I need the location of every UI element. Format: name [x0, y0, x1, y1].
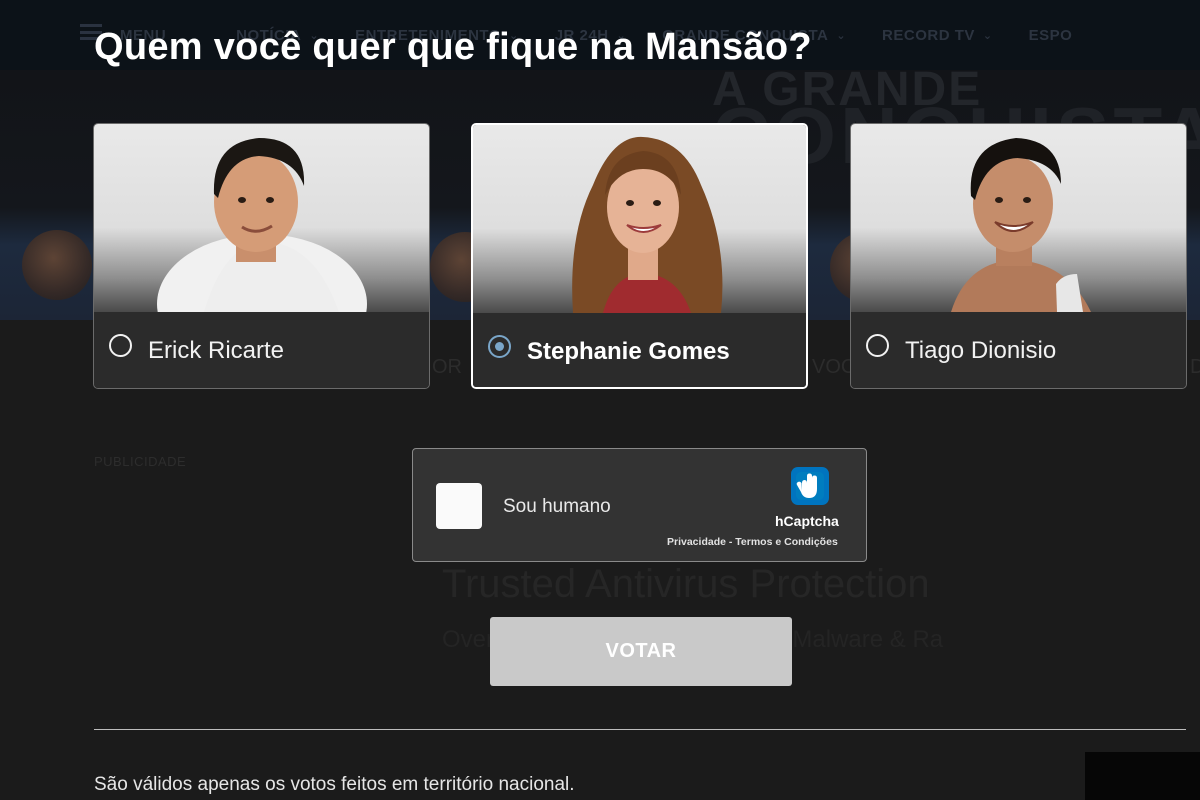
bg-ghost-text: OR [432, 356, 462, 378]
bg-nav-label: RECORD TV [882, 26, 975, 44]
captcha-brand: hCaptcha [775, 513, 839, 529]
bg-nav-esporte: ESPO [1029, 27, 1073, 44]
candidate-name: Erick Ricarte [148, 337, 285, 364]
candidate-portrait [951, 138, 1091, 312]
ad-label: PUBLICIDADE [94, 454, 187, 469]
bg-ghost-text: VOC [812, 356, 856, 378]
ad-title: Trusted Antivirus Protection [442, 562, 930, 606]
candidate-photo [94, 124, 429, 312]
poll-title: Quem você quer que fique na Mansão? [94, 26, 812, 68]
bg-ghost-text: D [1190, 356, 1200, 378]
captcha-checkbox[interactable] [436, 483, 482, 529]
candidate-photo [473, 125, 806, 313]
candidate-card-tiago[interactable]: Tiago Dionisio [850, 123, 1187, 389]
bg-nav-record-tv: RECORD TV ⌄ [882, 27, 993, 44]
vote-button[interactable]: VOTAR [490, 617, 792, 686]
divider [94, 729, 1186, 730]
disclaimer-text: São válidos apenas os votos feitos em te… [94, 774, 575, 795]
hcaptcha-widget: Sou humano hCaptcha Privacidade - Termos… [412, 448, 867, 562]
radio-button[interactable] [866, 334, 889, 357]
bg-corner-block [1085, 752, 1200, 800]
candidate-card-erick[interactable]: Erick Ricarte [93, 123, 430, 389]
candidate-portrait [157, 138, 367, 312]
bg-nav-label: ESPO [1028, 26, 1073, 44]
candidate-name: Stephanie Gomes [527, 338, 730, 365]
captcha-privacy-terms-link[interactable]: Privacidade - Termos e Condições [667, 536, 838, 548]
candidate-card-stephanie[interactable]: Stephanie Gomes [471, 123, 808, 389]
candidate-photo [851, 124, 1186, 312]
radio-button[interactable] [109, 334, 132, 357]
radio-button-selected[interactable] [488, 335, 511, 358]
bg-avatar [22, 230, 92, 300]
captcha-label: Sou humano [503, 496, 611, 517]
chevron-down-icon: ⌄ [836, 29, 847, 42]
chevron-down-icon: ⌄ [982, 29, 993, 42]
candidate-portrait [572, 136, 723, 313]
hcaptcha-logo-icon [791, 467, 829, 505]
candidate-name: Tiago Dionisio [905, 337, 1057, 364]
